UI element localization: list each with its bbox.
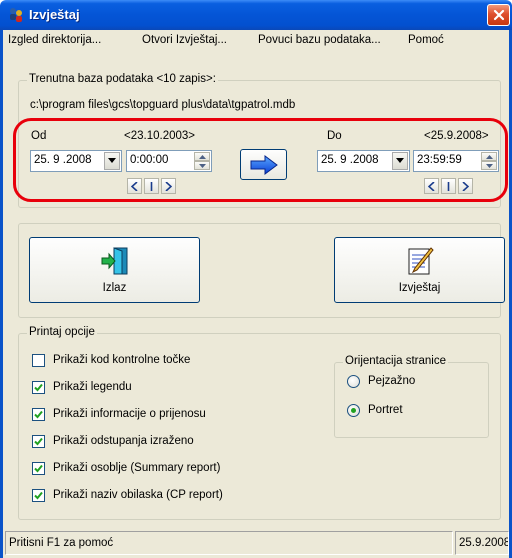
app-users-icon <box>10 8 22 22</box>
to-time-spinner[interactable]: 23:59:59 <box>413 150 499 172</box>
report-button-label: Izvještaj <box>398 282 441 294</box>
arrow-down-icon <box>485 163 493 168</box>
exit-button[interactable]: Izlaz <box>29 237 200 303</box>
nav-next-icon <box>462 181 469 191</box>
exit-button-label: Izlaz <box>102 282 127 294</box>
print-option-checkbox[interactable] <box>32 381 45 394</box>
print-option-label[interactable]: Prikaži legendu <box>53 381 132 393</box>
to-date-value: 25. 9 .2008 <box>321 154 379 166</box>
apply-range-button[interactable] <box>240 149 287 180</box>
menu-bar: Izgled direktorija... Otvori Izvještaj..… <box>3 30 509 51</box>
from-time-spinner[interactable]: 0:00:00 <box>126 150 212 172</box>
nav-next-icon <box>165 181 172 191</box>
database-path: c:\program files\gcs\topguard plus\data\… <box>30 99 296 111</box>
window-title: Izvještaj <box>29 7 80 22</box>
from-date-dropdown-button[interactable] <box>104 152 120 170</box>
from-date-picker[interactable]: 25. 9 .2008 <box>30 150 122 172</box>
status-help-pane: Pritisni F1 za pomoć <box>5 531 453 555</box>
from-min-date: <23.10.2003> <box>124 130 195 142</box>
arrow-down-icon <box>198 163 206 168</box>
orientation-landscape-radio[interactable] <box>347 375 360 388</box>
to-nav-current-button[interactable] <box>441 178 456 194</box>
status-help-text: Pritisni F1 za pomoć <box>9 537 114 549</box>
menu-view-directory[interactable]: Izgled direktorija... <box>8 34 101 46</box>
print-option-label[interactable]: Prikaži kod kontrolne točke <box>53 354 190 366</box>
status-date-pane: 25.9.2008 <box>455 531 509 555</box>
print-option-label[interactable]: Prikaži odstupanja izraženo <box>53 435 194 447</box>
report-button[interactable]: Izvještaj <box>334 237 505 303</box>
print-option-checkbox[interactable] <box>32 462 45 475</box>
to-label: Do <box>327 130 342 142</box>
nav-prev-icon <box>428 181 435 191</box>
exit-door-icon <box>101 247 128 275</box>
to-nav-next-button[interactable] <box>458 178 473 194</box>
from-label: Od <box>31 130 47 142</box>
menu-open-report[interactable]: Otvori Izvještaj... <box>142 34 227 46</box>
from-nav-prev-button[interactable] <box>127 178 142 194</box>
to-date-dropdown-button[interactable] <box>392 152 408 170</box>
report-notepad-icon <box>408 247 434 275</box>
checkmark-icon <box>34 383 43 392</box>
from-date-value: 25. 9 .2008 <box>34 154 92 166</box>
to-time-down-button[interactable] <box>481 161 497 170</box>
from-time-up-button[interactable] <box>194 152 210 161</box>
print-option-checkbox[interactable] <box>32 489 45 502</box>
to-max-date: <25.9.2008> <box>424 130 489 142</box>
print-option-checkbox[interactable] <box>32 354 45 367</box>
nav-prev-icon <box>131 181 138 191</box>
to-nav-prev-button[interactable] <box>424 178 439 194</box>
orientation-portrait-radio[interactable] <box>347 404 360 417</box>
checkmark-icon <box>34 464 43 473</box>
orientation-landscape-label[interactable]: Pejzažno <box>368 375 415 387</box>
to-date-picker[interactable]: 25. 9 .2008 <box>317 150 410 172</box>
to-time-value: 23:59:59 <box>417 154 462 166</box>
menu-pull-database[interactable]: Povuci bazu podataka... <box>258 34 381 46</box>
orientation-title: Orijentacija stranice <box>343 355 448 367</box>
database-group-title: Trenutna baza podataka <10 zapis>: <box>27 73 218 85</box>
print-options-title: Printaj opcije <box>27 326 97 338</box>
close-button[interactable] <box>487 4 510 26</box>
arrow-right-icon <box>250 154 278 175</box>
checkmark-icon <box>34 410 43 419</box>
chevron-down-icon <box>108 158 116 163</box>
status-date-text: 25.9.2008 <box>459 537 509 549</box>
print-option-label[interactable]: Prikaži informacije o prijenosu <box>53 408 206 420</box>
close-icon <box>493 9 504 21</box>
nav-current-icon <box>447 181 450 191</box>
arrow-up-icon <box>485 154 493 159</box>
orientation-group <box>334 362 489 438</box>
radio-selected-dot <box>351 408 356 413</box>
print-option-label[interactable]: Prikaži osoblje (Summary report) <box>53 462 220 474</box>
checkmark-icon <box>34 491 43 500</box>
chevron-down-icon <box>396 158 404 163</box>
from-nav-next-button[interactable] <box>161 178 176 194</box>
print-option-checkbox[interactable] <box>32 435 45 448</box>
orientation-portrait-label[interactable]: Portret <box>368 404 403 416</box>
print-option-label[interactable]: Prikaži naziv obilaska (CP report) <box>53 489 223 501</box>
menu-help[interactable]: Pomoć <box>408 34 444 46</box>
status-bar: Pritisni F1 za pomoć 25.9.2008 <box>3 528 509 556</box>
title-bar[interactable]: Izvještaj <box>0 0 512 30</box>
checkmark-icon <box>34 437 43 446</box>
from-nav-current-button[interactable] <box>144 178 159 194</box>
arrow-up-icon <box>198 154 206 159</box>
from-time-down-button[interactable] <box>194 161 210 170</box>
from-time-value: 0:00:00 <box>130 154 169 166</box>
to-time-up-button[interactable] <box>481 152 497 161</box>
nav-current-icon <box>150 181 153 191</box>
print-option-checkbox[interactable] <box>32 408 45 421</box>
